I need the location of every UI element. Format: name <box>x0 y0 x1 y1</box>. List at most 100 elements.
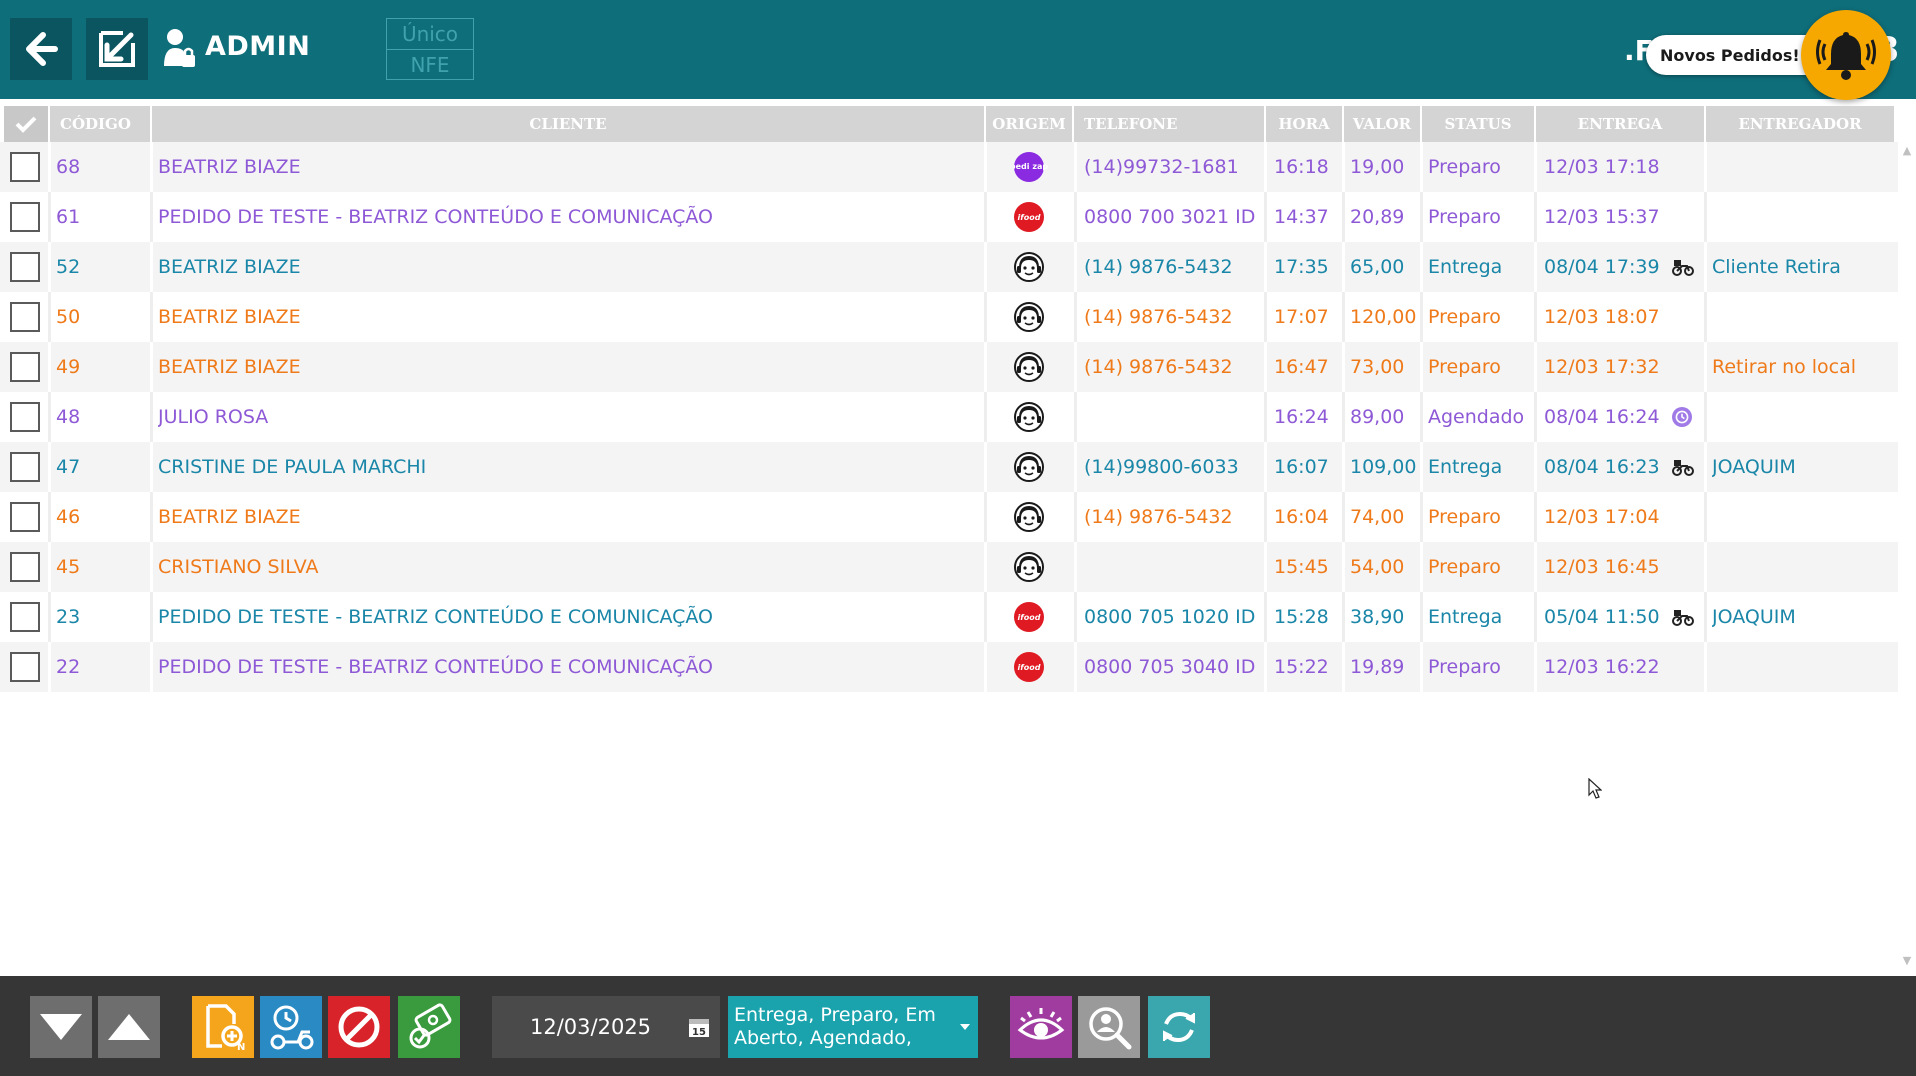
attendant-icon <box>1014 502 1044 532</box>
table-row[interactable]: 50 BEATRIZ BIAZE (14) 9876-5432 17:07 120,00… <box>0 292 1898 342</box>
vertical-scrollbar[interactable]: ▲ ▼ <box>1898 142 1916 972</box>
row-checkbox[interactable] <box>10 552 40 582</box>
new-orders-notification[interactable]: Novos Pedidos! <box>1646 35 1826 75</box>
row-checkbox[interactable] <box>10 602 40 632</box>
ifood-icon: ifood <box>1014 202 1044 232</box>
column-separator <box>1264 442 1267 492</box>
ifood-icon: ifood <box>1014 602 1044 632</box>
column-header-cliente[interactable]: CLIENTE <box>152 106 984 142</box>
mode-option-unico[interactable]: Único <box>387 19 473 49</box>
row-checkbox[interactable] <box>10 202 40 232</box>
column-separator <box>1704 392 1707 442</box>
cell-hora: 16:47 <box>1274 356 1329 378</box>
column-separator <box>1704 442 1707 492</box>
cell-valor: 89,00 <box>1350 406 1405 428</box>
arrow-left-icon <box>26 32 58 66</box>
table-row[interactable]: 61 PEDIDO DE TESTE - BEATRIZ CONTEÚDO E C… <box>0 192 1898 242</box>
triangle-up-icon <box>108 1014 150 1040</box>
column-header-valor[interactable]: VALOR <box>1344 106 1420 142</box>
table-row[interactable]: 68 BEATRIZ BIAZE (14)99732-1681 16:18 19,00 P… <box>0 142 1898 192</box>
column-separator <box>150 492 153 542</box>
column-header-hora[interactable]: HORA <box>1266 106 1342 142</box>
magnifier-person-icon <box>1089 1007 1132 1050</box>
cell-entrega: 12/03 17:18 <box>1544 142 1704 192</box>
table-row[interactable]: 23 PEDIDO DE TESTE - BEATRIZ CONTEÚDO E C… <box>0 592 1898 642</box>
column-header-telefone[interactable]: TELEFONE <box>1074 106 1264 142</box>
payment-button[interactable] <box>398 996 460 1058</box>
app-window: ADMIN Único NFE .F 3 Novos Pedidos! CÓDI… <box>0 0 1916 1076</box>
column-separator <box>1704 542 1707 592</box>
cell-origem: pedi zap <box>1014 142 1048 192</box>
view-button[interactable] <box>1010 996 1072 1058</box>
cell-entregador <box>1712 292 1898 342</box>
back-button[interactable] <box>10 18 72 80</box>
refresh-button[interactable] <box>1148 996 1210 1058</box>
column-separator <box>1074 592 1077 642</box>
column-header-entregador[interactable]: ENTREGADOR <box>1706 106 1894 142</box>
column-separator <box>150 642 153 692</box>
cell-telefone <box>1084 392 1264 442</box>
scroll-down-button[interactable] <box>30 996 92 1058</box>
motorcycle-icon <box>1671 608 1694 626</box>
row-checkbox[interactable] <box>10 402 40 432</box>
column-separator <box>1704 642 1707 692</box>
row-checkbox[interactable] <box>10 502 40 532</box>
new-order-button[interactable]: N <box>192 996 254 1058</box>
edit-button[interactable] <box>86 18 148 80</box>
cell-entregador: JOAQUIM <box>1712 606 1796 628</box>
cell-telefone: (14)99732-1681 <box>1084 156 1239 178</box>
entrega-time: 12/03 18:07 <box>1544 306 1660 328</box>
select-all-header[interactable] <box>4 106 48 142</box>
row-checkbox[interactable] <box>10 302 40 332</box>
column-separator <box>1420 242 1423 292</box>
row-checkbox[interactable] <box>10 352 40 382</box>
column-header-origem[interactable]: ORIGEM <box>986 106 1072 142</box>
bell-button[interactable] <box>1801 10 1891 100</box>
cell-telefone: (14) 9876-5432 <box>1084 506 1233 528</box>
table-row[interactable]: 49 BEATRIZ BIAZE (14) 9876-5432 16:47 73,00 P… <box>0 342 1898 392</box>
column-separator <box>1074 142 1077 192</box>
column-separator <box>1074 492 1077 542</box>
row-checkbox[interactable] <box>10 452 40 482</box>
status-filter-select[interactable]: Entrega, Preparo, Em Aberto, Agendado, <box>728 996 978 1058</box>
cell-entrega: 08/04 16:24 <box>1544 392 1704 442</box>
row-checkbox[interactable] <box>10 152 40 182</box>
scroll-up-arrow[interactable]: ▲ <box>1901 144 1913 157</box>
table-row[interactable]: 46 BEATRIZ BIAZE (14) 9876-5432 16:04 74,00 P… <box>0 492 1898 542</box>
table-row[interactable]: 45 CRISTIANO SILVA 15:45 54,00 Preparo 12/03 … <box>0 542 1898 592</box>
column-separator <box>1420 642 1423 692</box>
scroll-up-button[interactable] <box>98 996 160 1058</box>
column-separator <box>1420 392 1423 442</box>
table-row[interactable]: 52 BEATRIZ BIAZE (14) 9876-5432 17:35 65,00 E… <box>0 242 1898 292</box>
date-field[interactable]: 12/03/2025 15 <box>492 996 720 1058</box>
dispatch-button[interactable] <box>260 996 322 1058</box>
column-header-codigo[interactable]: CÓDIGO <box>50 106 150 142</box>
column-header-entrega[interactable]: ENTREGA <box>1536 106 1704 142</box>
cell-cliente: PEDIDO DE TESTE - BEATRIZ CONTEÚDO E COM… <box>158 656 714 678</box>
mouse-cursor-icon <box>1588 778 1602 799</box>
column-header-status[interactable]: STATUS <box>1422 106 1534 142</box>
calendar-icon[interactable]: 15 <box>688 1016 710 1038</box>
cell-cliente: JULIO ROSA <box>158 406 269 428</box>
search-client-button[interactable] <box>1078 996 1140 1058</box>
mode-toggle[interactable]: Único NFE <box>386 18 474 80</box>
column-separator <box>1704 492 1707 542</box>
cell-valor: 19,00 <box>1350 156 1405 178</box>
mode-option-nfe[interactable]: NFE <box>387 49 473 79</box>
table-row[interactable]: 48 JULIO ROSA 16:24 89,00 Agendado 08/04 16:2… <box>0 392 1898 442</box>
cell-codigo: 49 <box>56 356 81 378</box>
row-checkbox[interactable] <box>10 252 40 282</box>
column-separator <box>1420 492 1423 542</box>
cancel-order-button[interactable] <box>328 996 390 1058</box>
column-separator <box>150 592 153 642</box>
table-row[interactable]: 47 CRISTINE DE PAULA MARCHI (14)99800-6033… <box>0 442 1898 492</box>
row-checkbox[interactable] <box>10 652 40 682</box>
cell-status: Preparo <box>1428 556 1501 578</box>
table-row[interactable]: 22 PEDIDO DE TESTE - BEATRIZ CONTEÚDO E C… <box>0 642 1898 692</box>
bottom-toolbar: N 12/03/2025 15 Entrega, Preparo, Em Abe… <box>0 976 1916 1076</box>
column-separator <box>1534 492 1537 542</box>
cell-status: Entrega <box>1428 456 1503 478</box>
attendant-icon <box>1014 252 1044 282</box>
scroll-down-arrow[interactable]: ▼ <box>1901 954 1913 967</box>
cell-telefone: (14)99800-6033 <box>1084 456 1239 478</box>
